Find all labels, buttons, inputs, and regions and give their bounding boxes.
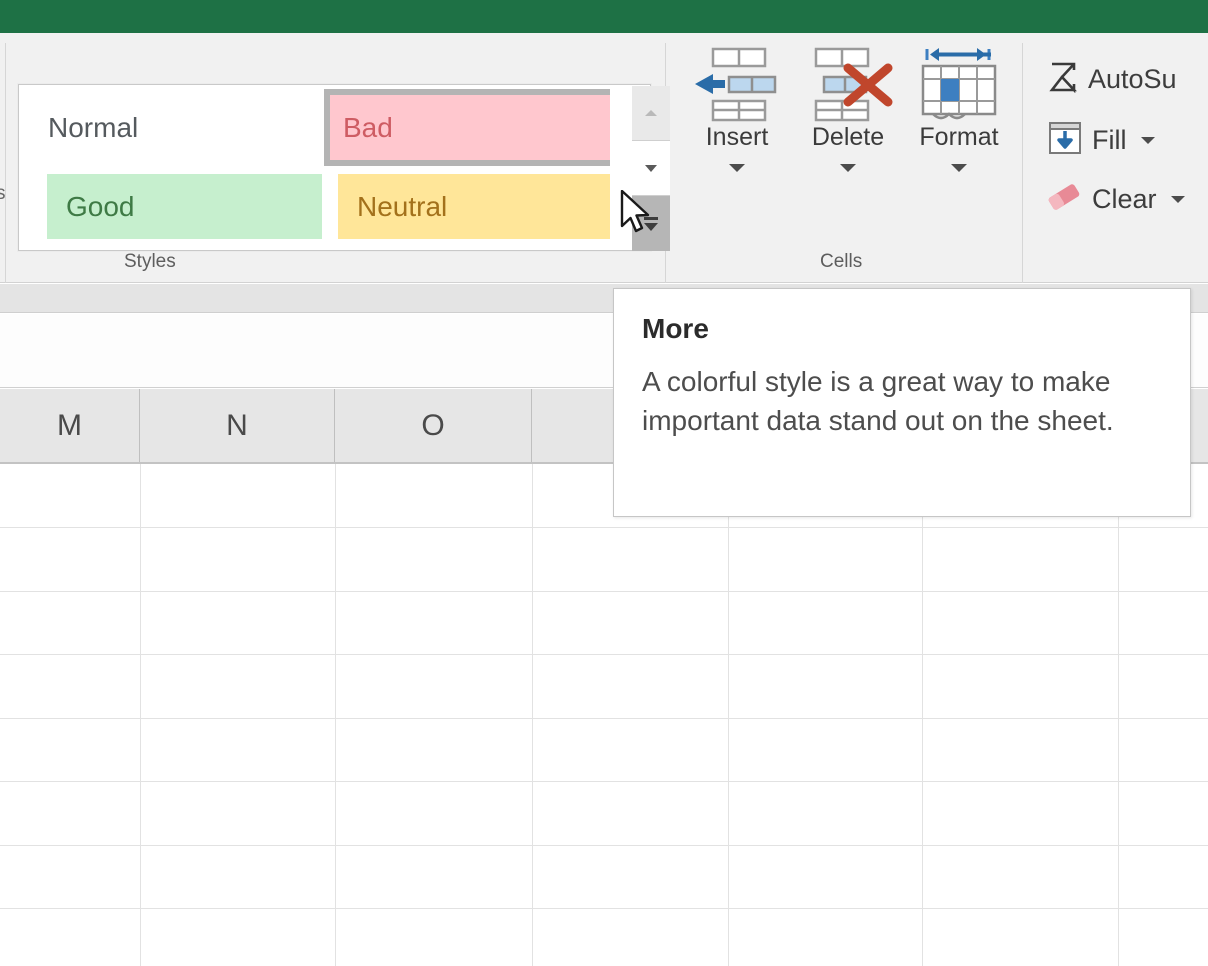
style-item-label: Good [66, 191, 135, 223]
clear-label: Clear [1092, 184, 1157, 215]
format-cells-label: Format [919, 125, 998, 150]
grid-column-line [140, 464, 141, 966]
format-cells-icon [913, 45, 1005, 123]
excel-window: s Normal Bad Good Neutral [0, 0, 1208, 966]
mouse-cursor [620, 190, 654, 238]
autosum-label: AutoSu [1088, 64, 1177, 95]
grid-row-line [0, 654, 1208, 655]
column-header-o[interactable]: O [335, 389, 532, 462]
chevron-down-icon[interactable] [951, 164, 967, 172]
delete-cells-icon [802, 45, 894, 123]
grid-column-line [335, 464, 336, 966]
format-cells-button[interactable]: Format [904, 45, 1014, 172]
grid-row-line [0, 908, 1208, 909]
fill-down-icon [1048, 121, 1082, 160]
style-item-bad[interactable]: Bad [324, 89, 610, 166]
autosum-button[interactable]: AutoSu [1048, 61, 1177, 98]
grid-row-line [0, 845, 1208, 846]
column-header-label: M [57, 409, 82, 443]
insert-cells-label: Insert [706, 125, 769, 150]
grid-row-line [0, 527, 1208, 528]
gallery-scroll-up-button[interactable] [632, 86, 670, 141]
column-header-n[interactable]: N [140, 389, 335, 462]
cell-styles-gallery-viewport: Normal Bad Good Neutral [19, 85, 610, 250]
insert-cells-button[interactable]: Insert [682, 45, 792, 172]
tooltip-more-styles: More A colorful style is a great way to … [613, 288, 1191, 517]
grid-row-line [0, 718, 1208, 719]
group-separator-left [5, 43, 6, 283]
sigma-icon [1048, 61, 1078, 98]
grid-column-line [1118, 464, 1119, 966]
caret-up-icon [645, 110, 657, 116]
styles-group-label: Styles [124, 251, 176, 273]
column-header-label: O [421, 409, 444, 443]
chevron-down-icon[interactable] [1171, 196, 1185, 203]
column-header-label: N [226, 409, 248, 443]
worksheet-grid[interactable] [0, 464, 1208, 966]
gallery-scroll-down-button[interactable] [632, 141, 670, 196]
fill-label: Fill [1092, 125, 1127, 156]
clear-button[interactable]: Clear [1046, 181, 1185, 218]
grid-row-line [0, 781, 1208, 782]
chevron-down-icon[interactable] [1141, 137, 1155, 144]
title-bar [0, 0, 1208, 33]
style-item-good[interactable]: Good [47, 174, 322, 239]
grid-column-line [728, 464, 729, 966]
tooltip-body: A colorful style is a great way to make … [642, 363, 1162, 440]
fill-button[interactable]: Fill [1048, 121, 1155, 160]
delete-cells-label: Delete [812, 125, 884, 150]
tooltip-title: More [642, 315, 1162, 343]
style-item-neutral[interactable]: Neutral [338, 174, 610, 239]
style-item-normal[interactable]: Normal [29, 94, 311, 161]
delete-cells-button[interactable]: Delete [793, 45, 903, 172]
style-item-label: Normal [48, 112, 138, 144]
column-header-m[interactable]: M [0, 389, 140, 462]
style-item-label: Bad [343, 112, 393, 144]
insert-cells-icon [691, 45, 783, 123]
grid-column-line [922, 464, 923, 966]
caret-down-icon [645, 165, 657, 172]
cell-styles-gallery[interactable]: Normal Bad Good Neutral [18, 84, 651, 251]
grid-row-line [0, 591, 1208, 592]
chevron-down-icon[interactable] [729, 164, 745, 172]
eraser-icon [1046, 181, 1082, 218]
grid-column-line [532, 464, 533, 966]
style-item-label: Neutral [357, 191, 447, 223]
chevron-down-icon[interactable] [840, 164, 856, 172]
ribbon: s Normal Bad Good Neutral [0, 33, 1208, 283]
group-separator-cells-editing [1022, 43, 1023, 283]
cells-group-label: Cells [820, 251, 862, 273]
